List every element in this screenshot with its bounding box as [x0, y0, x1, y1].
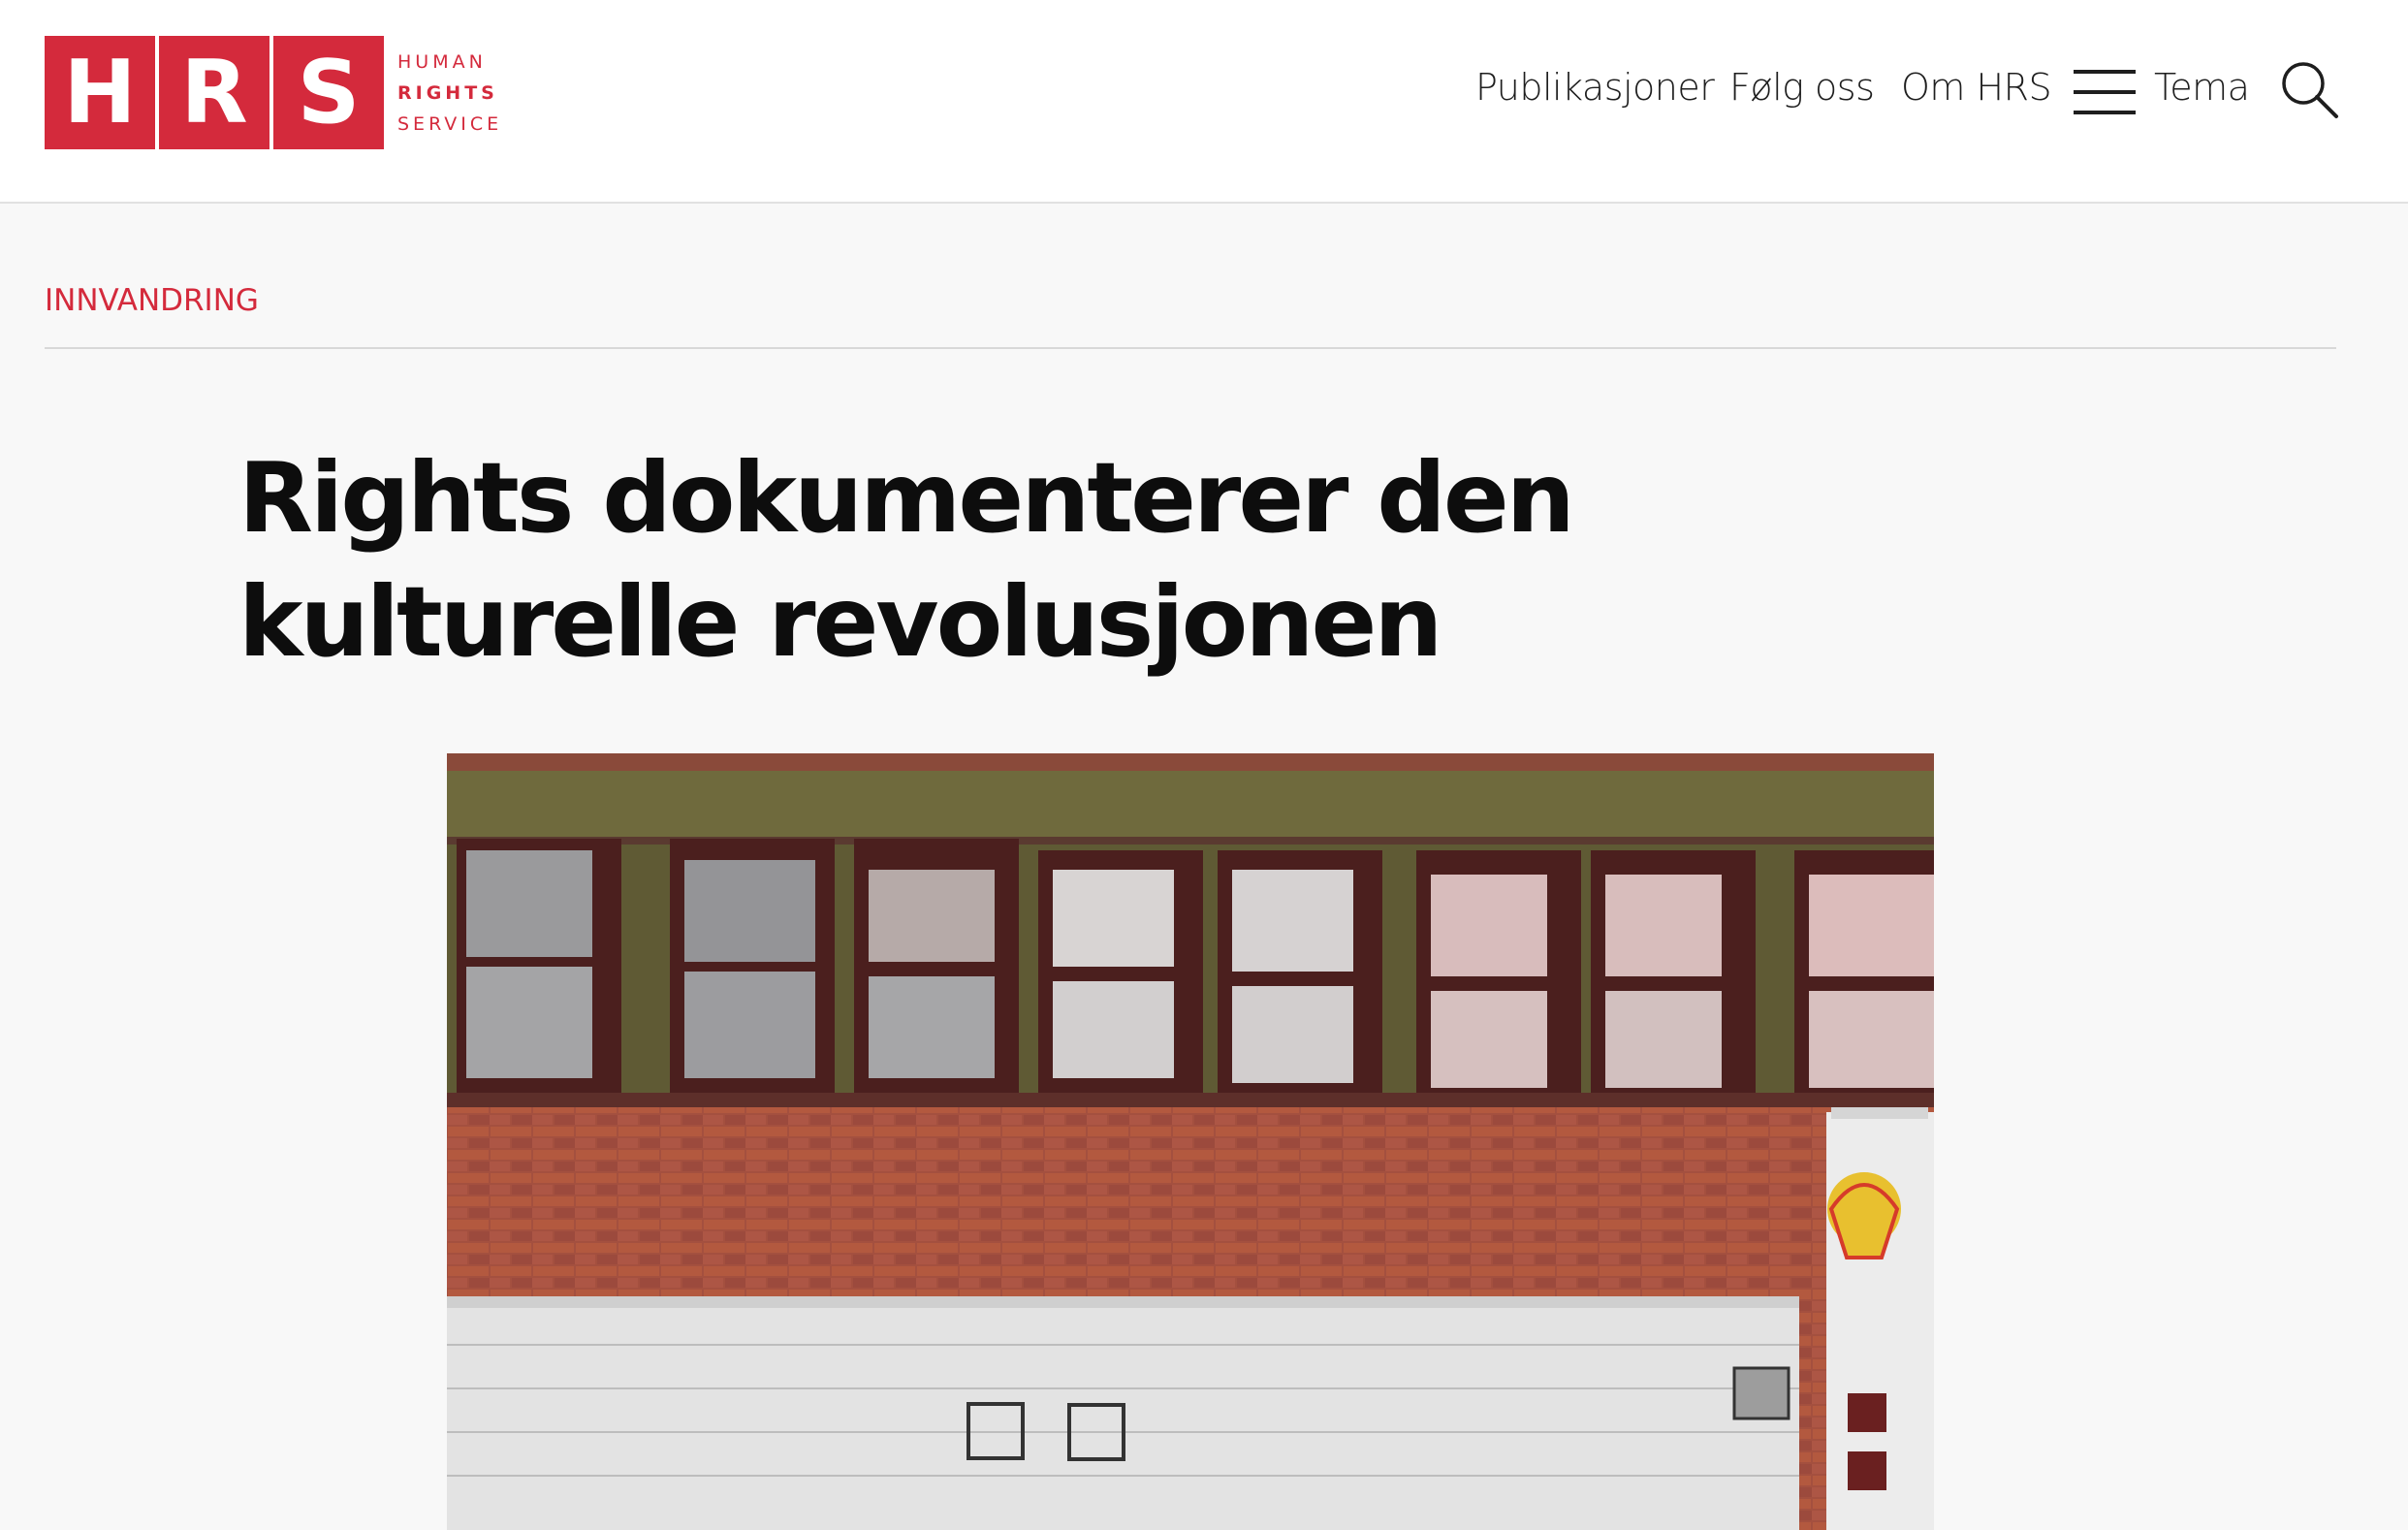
- logo-letter-s: S: [273, 36, 384, 149]
- article-title: Rights dokumenterer den kulturelle revol…: [238, 441, 1575, 679]
- main-nav: Publikasjoner Følg oss Om HRS Tema: [1342, 58, 2408, 126]
- site-header: H R S HUMAN RIGHTS SERVICE Publikasjoner…: [0, 0, 2408, 204]
- logo-word-human: HUMAN: [397, 50, 487, 73]
- nav-item-om-hrs[interactable]: Om HRS: [1901, 66, 2052, 109]
- category-link[interactable]: INNVANDRING: [45, 283, 259, 318]
- nav-item-folg-oss[interactable]: Følg oss: [1729, 66, 1875, 109]
- logo-wordmark: HUMAN RIGHTS SERVICE: [397, 51, 502, 135]
- nav-item-publikasjoner[interactable]: Publikasjoner: [1475, 66, 1715, 109]
- logo-word-rights: RIGHTS: [397, 81, 498, 104]
- nav-item-tema[interactable]: Tema: [2154, 66, 2250, 109]
- logo-word-service: SERVICE: [397, 112, 503, 135]
- hamburger-icon[interactable]: [2074, 70, 2136, 114]
- category-bar: INNVANDRING: [45, 271, 2336, 349]
- logo-letter-h: H: [45, 36, 155, 149]
- hrs-logo[interactable]: H R S HUMAN RIGHTS SERVICE: [45, 36, 502, 149]
- hero-image: [447, 753, 1934, 1530]
- logo-letter-r: R: [159, 36, 269, 149]
- search-icon[interactable]: [2280, 60, 2340, 120]
